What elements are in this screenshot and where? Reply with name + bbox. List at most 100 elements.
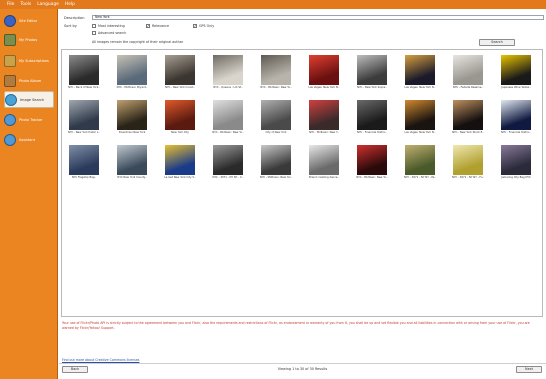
sidebar-item-assistant[interactable]: Assistant (4, 131, 54, 148)
result-caption: Japanese Wine Yellow.. (501, 86, 531, 89)
sidebar: Site Editor My Photos My Subscriptions P… (0, 9, 58, 379)
result-item[interactable]: NYC - Midtown: New Yo.. (257, 55, 295, 95)
result-item[interactable]: NYC - 3071 - NY NY - C.. (209, 145, 247, 185)
description-input[interactable]: New York (92, 15, 544, 20)
result-caption: NYC Flagship Bag.. (71, 176, 97, 179)
result-item[interactable]: Las Vegas: New York N.. (401, 55, 439, 95)
result-thumbnail[interactable] (309, 145, 339, 175)
result-item[interactable]: NYC - 3071 - NY NY - Pa.. (401, 145, 439, 185)
result-item[interactable]: Japanese Wine Yellow.. (497, 55, 535, 95)
menu-help[interactable]: Help (65, 2, 75, 7)
result-caption: NYC - Financial Distric.. (501, 131, 531, 134)
result-item[interactable]: New York City (161, 100, 199, 140)
result-caption: NYC - Queens : LIC St.. (213, 86, 243, 89)
result-thumbnail[interactable] (213, 145, 243, 175)
result-item[interactable]: Las Vegas: New York N.. (305, 55, 343, 95)
result-thumbnail[interactable] (501, 100, 531, 130)
result-item[interactable]: NYC New York County.. (113, 145, 151, 185)
result-item[interactable]: NYC - New York Stock E.. (449, 100, 487, 140)
checkbox[interactable]: ✓ (146, 24, 150, 28)
result-caption: NYC New York County.. (117, 176, 147, 179)
result-item[interactable]: NYC - Financial Distric.. (497, 100, 535, 140)
result-item[interactable]: Jamaring City Bag NYC (497, 145, 535, 185)
sidebar-item-my-subscriptions[interactable]: My Subscriptions (4, 52, 54, 69)
result-thumbnail[interactable] (453, 100, 483, 130)
sidebar-item-my-photos[interactable]: My Photos (4, 31, 54, 48)
result-thumbnail[interactable] (501, 145, 531, 175)
result-item[interactable]: NYC - Midtown: New Y.. (305, 100, 343, 140)
result-thumbnail[interactable] (453, 145, 483, 175)
sidebar-item-label: Assistant (19, 137, 35, 142)
menu-file[interactable]: File (7, 2, 14, 7)
result-thumbnail[interactable] (261, 145, 291, 175)
result-item[interactable]: Downtown New York (113, 100, 151, 140)
result-thumbnail[interactable] (357, 55, 387, 85)
result-item[interactable]: NYC - Midtown: New Yor.. (257, 145, 295, 185)
result-thumbnail[interactable] (117, 55, 147, 85)
result-thumbnail[interactable] (117, 100, 147, 130)
result-thumbnail[interactable] (165, 145, 195, 175)
result-item[interactable]: NYC - Back of New York.. (65, 55, 103, 95)
result-thumbnail[interactable] (453, 55, 483, 85)
result-item[interactable]: City of New York (257, 100, 295, 140)
result-item[interactable]: NYC - New York Supre.. (353, 55, 391, 95)
creative-commons-link[interactable]: Find out more about Creative Commons lic… (62, 358, 139, 362)
tracker-icon (4, 113, 16, 126)
result-item[interactable]: Brand crashing dance.. (305, 145, 343, 185)
result-item[interactable]: NYC - 3071 - NY NY - Fu.. (449, 145, 487, 185)
search-button[interactable]: Search (479, 39, 515, 46)
result-caption: NYC - New York Public L.. (67, 131, 101, 134)
result-caption: NYC - Midtown: New Yo.. (212, 131, 244, 134)
result-item[interactable]: NYC - New York Count.. (161, 55, 199, 95)
result-item[interactable]: NYC - Midtown: Bryant.. (113, 55, 151, 95)
result-thumbnail[interactable] (357, 145, 387, 175)
result-thumbnail[interactable] (117, 145, 147, 175)
sidebar-item-photo-album[interactable]: Photo Album (4, 72, 54, 89)
menu-tools[interactable]: Tools (20, 2, 31, 7)
image-search-panel: Description New York Sort by Most intere… (59, 9, 546, 379)
result-thumbnail[interactable] (69, 55, 99, 85)
checkbox[interactable]: ✓ (193, 24, 197, 28)
result-item[interactable]: La last New York City S.. (161, 145, 199, 185)
result-thumbnail[interactable] (309, 55, 339, 85)
result-thumbnail[interactable] (69, 145, 99, 175)
result-item[interactable]: NYC - Financial Distric.. (353, 100, 391, 140)
result-caption: NYC - Federal Reserve.. (452, 86, 484, 89)
checkbox[interactable] (92, 31, 96, 35)
result-thumbnail[interactable] (405, 100, 435, 130)
result-item[interactable]: NYC - Midtown: New Yo.. (209, 100, 247, 140)
result-item[interactable]: NYC - Queens : LIC St.. (209, 55, 247, 95)
result-thumbnail[interactable] (261, 100, 291, 130)
result-thumbnail[interactable] (405, 55, 435, 85)
result-caption: Brand crashing dance.. (308, 176, 339, 179)
option-advanced-search[interactable]: Advanced search (92, 31, 126, 35)
result-item[interactable]: NYC - Federal Reserve.. (449, 55, 487, 95)
next-button[interactable]: Next (516, 366, 542, 373)
result-item[interactable]: NYC - New York Public L.. (65, 100, 103, 140)
result-caption: La last New York City S.. (164, 176, 196, 179)
checkbox[interactable] (92, 24, 96, 28)
menu-language[interactable]: Language (37, 2, 59, 7)
option-most-interesting[interactable]: Most interesting (92, 24, 125, 28)
search-icon (5, 93, 17, 106)
result-thumbnail[interactable] (165, 55, 195, 85)
result-item[interactable]: NYC - Midtown: New Yo.. (353, 145, 391, 185)
description-label: Description (64, 16, 85, 20)
result-thumbnail[interactable] (501, 55, 531, 85)
result-thumbnail[interactable] (213, 100, 243, 130)
sidebar-item-photo-tracker[interactable]: Photo Tracker (4, 111, 54, 128)
result-thumbnail[interactable] (165, 100, 195, 130)
result-thumbnail[interactable] (309, 100, 339, 130)
result-item[interactable]: NYC Flagship Bag.. (65, 145, 103, 185)
result-item[interactable]: Las Vegas: New York N.. (401, 100, 439, 140)
result-thumbnail[interactable] (357, 100, 387, 130)
result-thumbnail[interactable] (405, 145, 435, 175)
result-thumbnail[interactable] (69, 100, 99, 130)
sidebar-item-image-search[interactable]: Image Search (4, 91, 54, 108)
option-relevance[interactable]: ✓ Relevance (146, 24, 169, 28)
result-thumbnail[interactable] (261, 55, 291, 85)
results-status: Viewing 1 to 30 of 30 Results (277, 367, 328, 371)
option-gps-only[interactable]: ✓ GPS Only (193, 24, 214, 28)
sidebar-item-site-editor[interactable]: Site Editor (4, 12, 54, 29)
result-thumbnail[interactable] (213, 55, 243, 85)
